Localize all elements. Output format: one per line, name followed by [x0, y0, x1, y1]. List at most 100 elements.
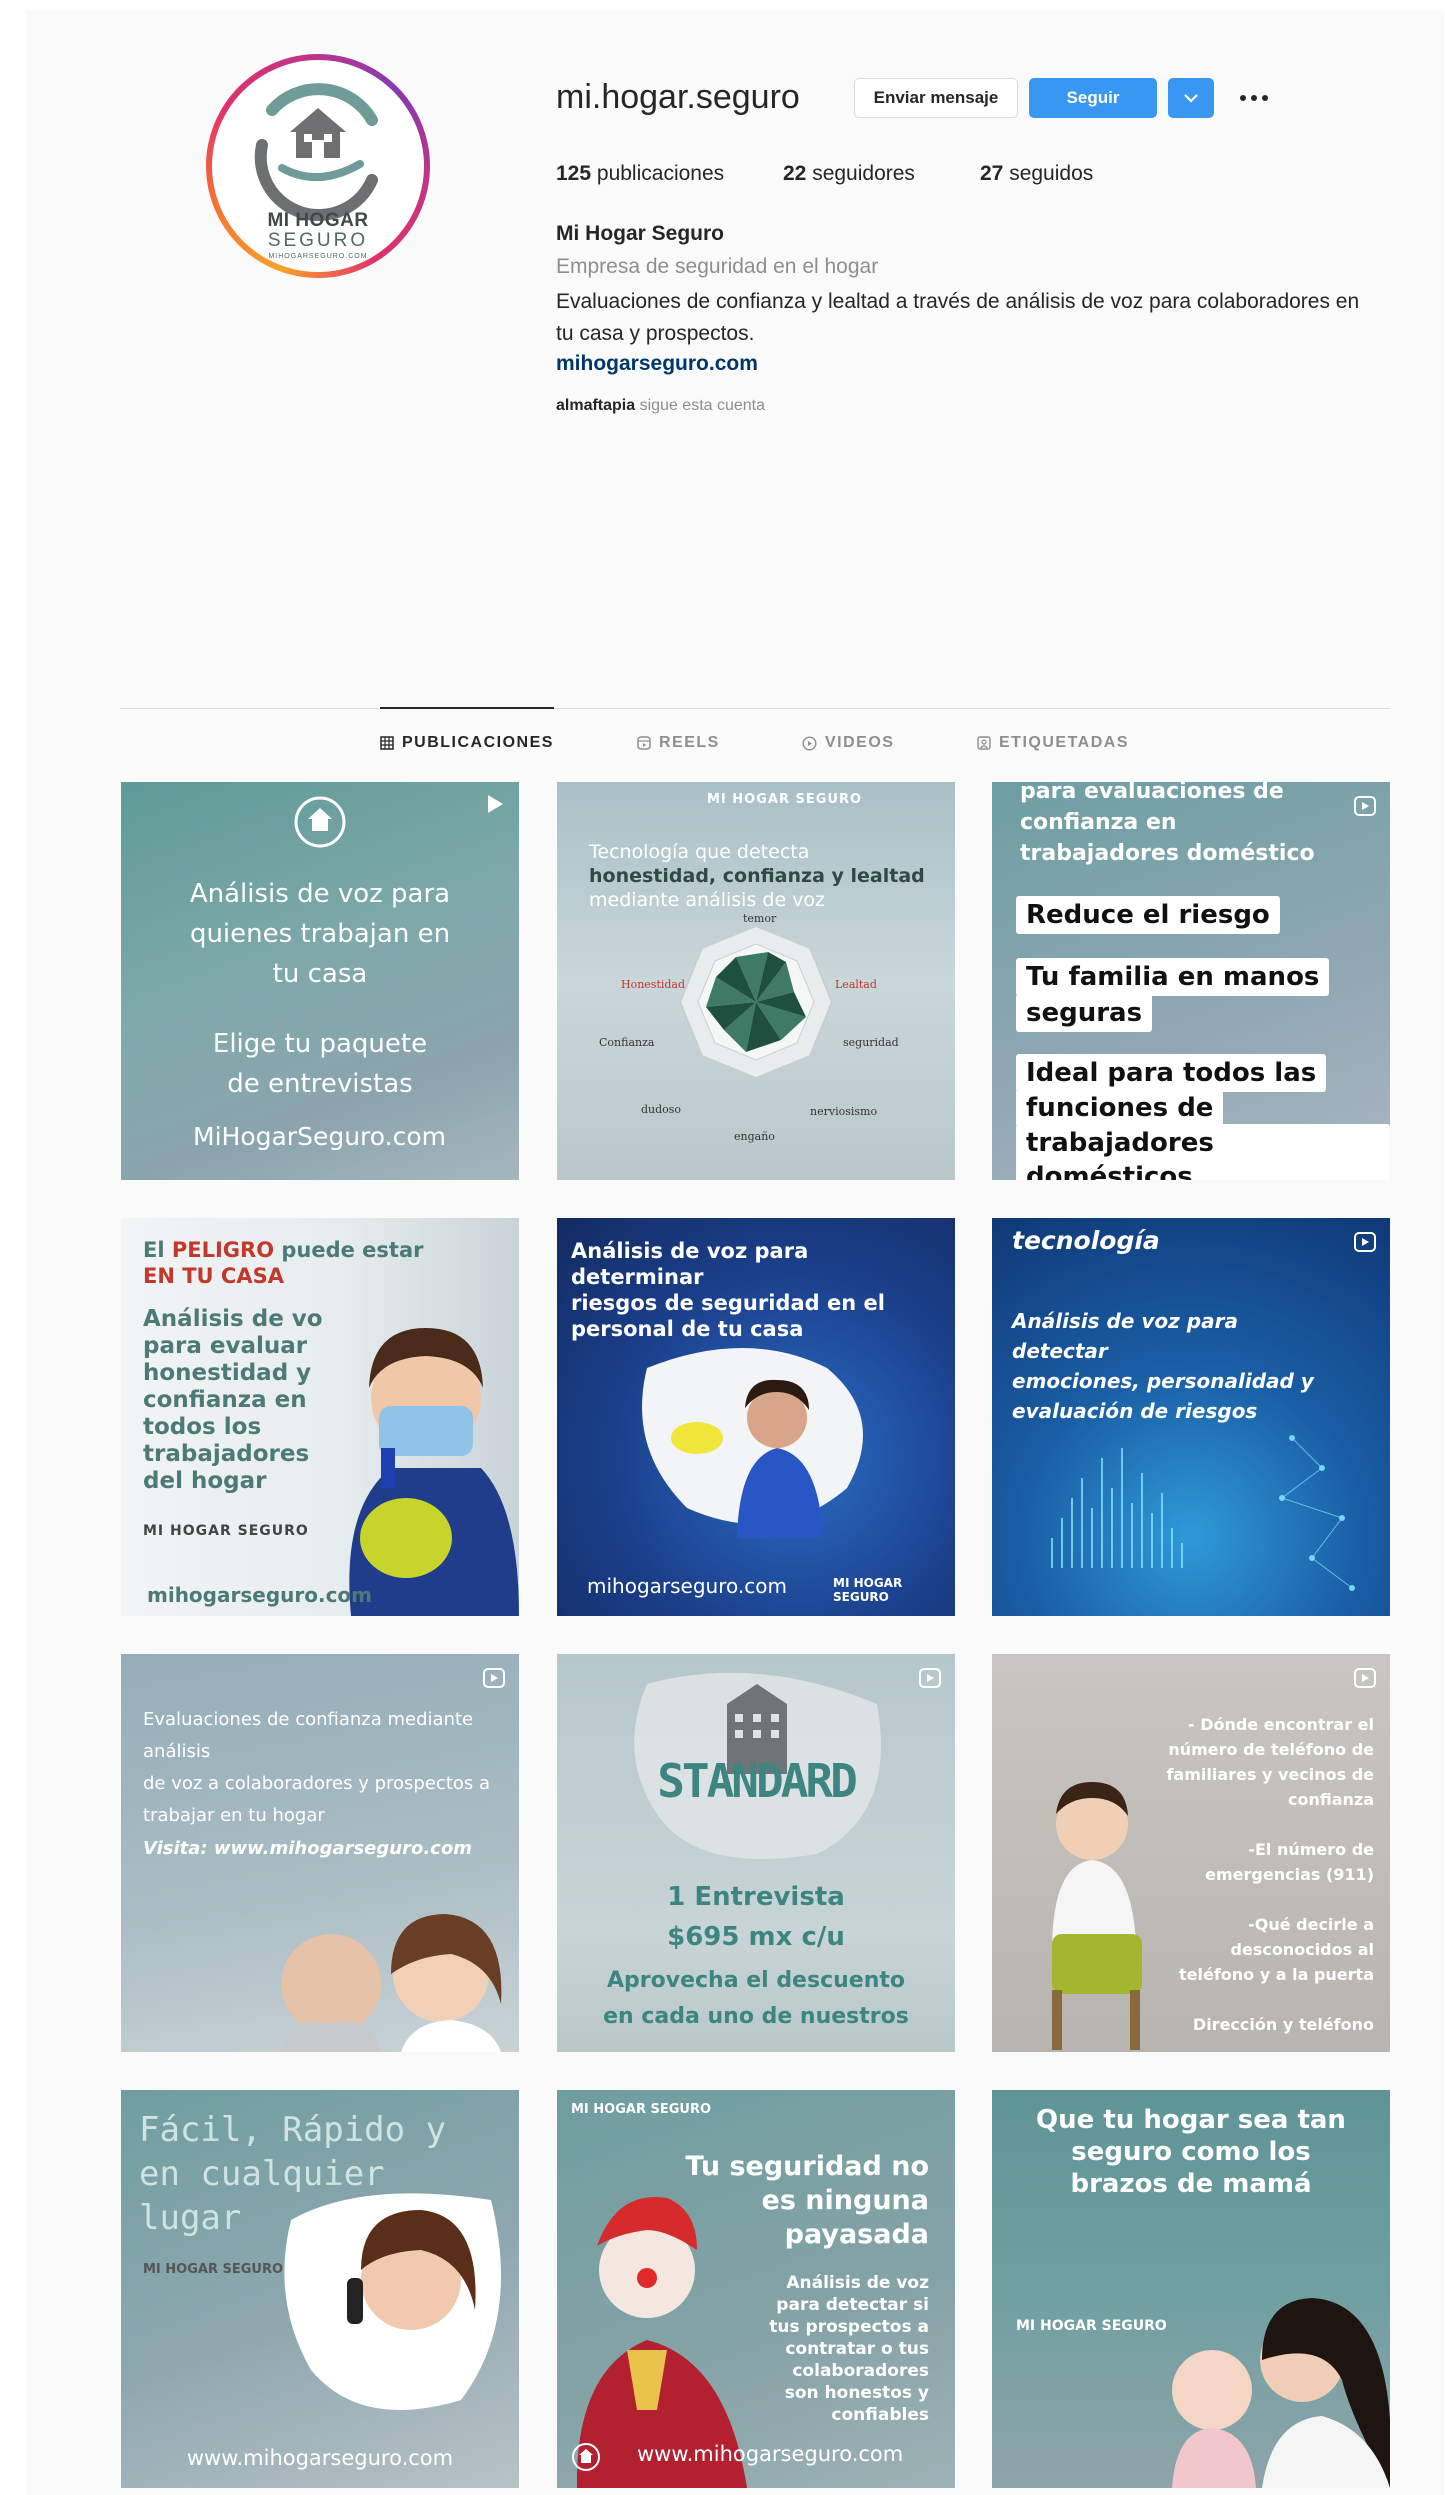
post-1-line: Análisis de voz para [189, 879, 451, 909]
post-5-title-line: riesgos de seguridad en el [571, 1291, 885, 1315]
radar-label: Lealtad [835, 978, 877, 991]
post-2-title: Tecnología que detecta honestidad, confi… [589, 840, 925, 912]
post-4-line: para evaluar [143, 1333, 308, 1359]
post-6-line: emociones, personalidad y [1012, 1369, 1314, 1393]
post-2-title-line: Tecnología que detecta [589, 841, 810, 863]
reel-icon [483, 1668, 505, 1688]
active-tab-indicator [380, 707, 554, 709]
post-11-line: colaboradores [792, 2361, 929, 2381]
suggested-dropdown-button[interactable] [1168, 78, 1214, 118]
mother-and-baby-illustration [1172, 2298, 1390, 2488]
profile-website-link[interactable]: mihogarseguro.com [556, 352, 758, 376]
video-icon [483, 792, 507, 816]
post-10-title-line: Fácil, Rápido y [139, 2110, 447, 2150]
post-11-line: son honestos y [784, 2383, 929, 2403]
post-11-title-line: Tu seguridad no [685, 2151, 929, 2182]
house-logo-icon [294, 796, 346, 848]
profile-avatar[interactable]: MI HOGAR SEGURO MIHOGARSEGURO.COM [206, 54, 430, 278]
profile-display-name: Mi Hogar Seguro [556, 222, 725, 245]
followers-stat[interactable]: 22 seguidores [783, 162, 915, 186]
post-4-line: confianza en [143, 1387, 307, 1413]
tab-publicaciones[interactable]: PUBLICACIONES [380, 734, 554, 752]
post-9-line: -Qué decirle a [1248, 1915, 1374, 1934]
post-3-box: seguras [1016, 994, 1153, 1032]
tab-label: PUBLICACIONES [402, 734, 554, 751]
post-4-body: Análisis de vo para evaluar honestidad y… [143, 1306, 323, 1495]
tab-reels[interactable]: REELS [637, 734, 720, 752]
following-stat[interactable]: 27 seguidos [980, 162, 1093, 186]
post-1[interactable]: Análisis de voz para quienes trabajan en… [121, 782, 519, 1180]
post-1-line: tu casa [272, 959, 368, 989]
post-1-line: de entrevistas [227, 1069, 413, 1099]
tab-label: VIDEOS [825, 734, 895, 751]
more-options-button[interactable] [1234, 82, 1274, 114]
post-2-logo: MI HOGAR SEGURO [707, 792, 863, 807]
post-9-line: Dirección y teléfono [1192, 2015, 1374, 2034]
post-2-title-line: honestidad, confianza y lealtad [589, 865, 925, 887]
post-10-footer: www.mihogarseguro.com [186, 2446, 454, 2470]
posts-count: 125 [556, 162, 592, 185]
avatar-logo-line2: SEGURO [267, 230, 369, 251]
follow-button[interactable]: Seguir [1029, 78, 1157, 118]
post-12-title-line: seguro como los [1071, 2137, 1311, 2167]
post-7-line: trabajar en tu hogar [143, 1805, 325, 1826]
post-9[interactable]: - Dónde encontrar el número de teléfono … [992, 1654, 1390, 2052]
post-10[interactable]: Fácil, Rápido y en cualquier lugar MI HO… [121, 2090, 519, 2488]
send-message-button[interactable]: Enviar mensaje [854, 78, 1018, 118]
play-icon [802, 735, 817, 751]
post-3-box: trabajadores domésticos [1016, 1124, 1390, 1180]
post-7-line: de voz a colaboradores y prospectos a [143, 1773, 491, 1794]
followed-by-text: sigue esta cuenta [639, 397, 766, 414]
post-1-line: quienes trabajan en [189, 919, 451, 949]
profile-username: mi.hogar.seguro [556, 78, 800, 116]
post-9-line: - Dónde encontrar el [1188, 1715, 1374, 1734]
post-9-line: número de teléfono de [1168, 1740, 1374, 1759]
reel-icon [1354, 1668, 1376, 1688]
profile-bio: Evaluaciones de confianza y lealtad a tr… [556, 290, 1360, 345]
ellipsis-icon [1240, 95, 1268, 101]
post-9-line: desconocidos al [1230, 1940, 1374, 1959]
radar-label: nerviosismo [810, 1105, 878, 1118]
post-7[interactable]: Evaluaciones de confianza mediante análi… [121, 1654, 519, 2052]
post-11-title: Tu seguridad no es ninguna payasada [685, 2150, 929, 2252]
post-4-headline2: EN TU CASA [143, 1264, 284, 1288]
tagged-icon [977, 736, 991, 750]
post-6-body: Análisis de voz para detectar emociones,… [1012, 1306, 1332, 1426]
radar-label: seguridad [843, 1036, 899, 1049]
woman-on-phone-illustration [284, 2193, 501, 2410]
elderly-man-and-caregiver-illustration [281, 1914, 502, 2052]
post-1-website: MiHogarSeguro.com [193, 1122, 446, 1151]
post-6-line: Análisis de voz para detectar [1012, 1309, 1238, 1363]
post-4[interactable]: El PELIGRO puede estar EN TU CASA Anális… [121, 1218, 519, 1616]
tab-label: ETIQUETADAS [999, 734, 1129, 751]
avatar-logo-line1: MI HOGAR [267, 210, 369, 231]
post-11[interactable]: MI HOGAR SEGURO Tu seguridad no es ningu… [557, 2090, 955, 2488]
post-9-line: teléfono y a la puerta [1179, 1965, 1374, 1984]
post-3[interactable]: para evaluaciones de confianza en trabaj… [992, 782, 1390, 1180]
followers-label: seguidores [812, 162, 915, 185]
post-11-footer: www.mihogarseguro.com [637, 2442, 904, 2466]
post-5[interactable]: Análisis de voz para determinar riesgos … [557, 1218, 955, 1616]
tab-videos[interactable]: VIDEOS [802, 734, 894, 752]
post-11-line: contratar o tus [785, 2339, 929, 2359]
post-4-line: del hogar [143, 1468, 267, 1494]
post-8[interactable]: STANDARD 1 Entrevista $695 mx c/u Aprove… [557, 1654, 955, 2052]
tab-etiquetadas[interactable]: ETIQUETADAS [977, 734, 1129, 752]
following-count: 27 [980, 162, 1004, 185]
post-12-title-line: brazos de mamá [1070, 2169, 1312, 2199]
following-label: seguidos [1009, 162, 1094, 185]
post-5-logo: MI HOGAR SEGURO [833, 1576, 903, 1604]
tab-label: REELS [659, 734, 720, 751]
house-logo-icon [572, 2443, 600, 2471]
followed-by: almaftapia sigue esta cuenta [556, 397, 765, 415]
post-12[interactable]: Que tu hogar sea tan seguro como los bra… [992, 2090, 1390, 2488]
post-9-items: - Dónde encontrar el número de teléfono … [1134, 1712, 1374, 2037]
post-11-line: Análisis de voz [786, 2273, 929, 2293]
post-9-line: -El número de [1248, 1840, 1374, 1859]
post-1-line: Elige tu paquete [212, 1029, 428, 1059]
post-4-headline: El PELIGRO puede estar [143, 1238, 424, 1262]
post-6[interactable]: tecnología Análisis de voz para detectar… [992, 1218, 1390, 1616]
post-4-line: honestidad y [143, 1360, 312, 1386]
post-2[interactable]: MI HOGAR SEGURO Tecnología que detecta h… [557, 782, 955, 1180]
followed-by-user[interactable]: almaftapia [556, 397, 635, 414]
